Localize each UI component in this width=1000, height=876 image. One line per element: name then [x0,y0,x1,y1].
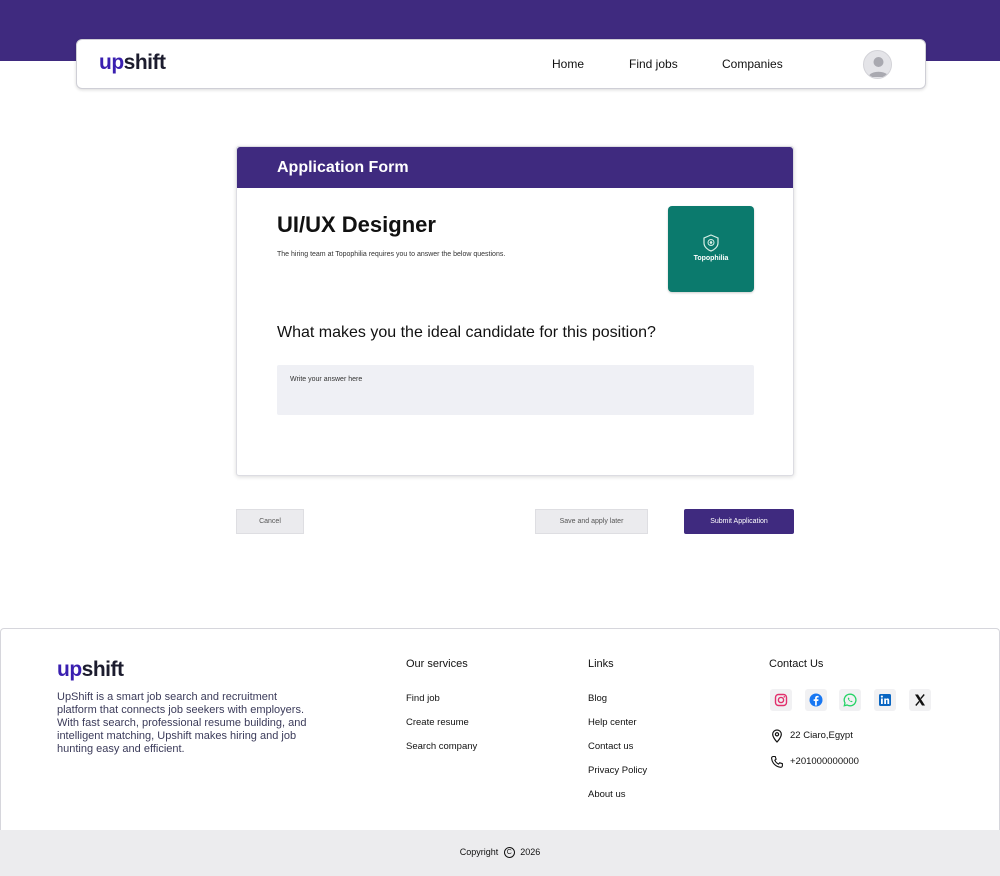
facebook-icon[interactable] [805,689,827,711]
job-subtitle: The hiring team at Topophilia requires y… [277,251,506,258]
services-link-search-company[interactable]: Search company [406,741,477,752]
footer-description: UpShift is a smart job search and recrui… [57,691,307,755]
upshift-logo[interactable]: upshift [99,51,166,75]
services-title: Our services [406,658,468,670]
phone-icon [771,755,783,768]
nav-link-companies[interactable]: Companies [722,57,783,71]
copyright-icon: C [503,847,515,859]
location-pin-icon [772,729,782,743]
instagram-icon[interactable] [770,689,792,711]
links-item-blog[interactable]: Blog [588,693,607,704]
contact-title: Contact Us [769,658,824,670]
form-header-title: Application Form [277,159,409,176]
links-title: Links [588,658,614,670]
company-logo: Topophilia [668,206,754,292]
copyright-bar: Copyright C 2026 [0,830,1000,876]
linkedin-icon[interactable] [874,689,896,711]
address-text: 22 Ciaro,Egypt [790,730,853,741]
question-text: What makes you the ideal candidate for t… [277,324,656,341]
submit-application-button[interactable]: Submit Application [684,509,794,534]
company-name: Topophilia [693,255,729,262]
whatsapp-icon[interactable] [839,689,861,711]
form-header: Application Form [237,147,793,188]
cancel-button[interactable]: Cancel [236,509,304,534]
footer-upshift-logo[interactable]: upshift [57,658,124,682]
application-form-card: Application Form UI/UX Designer The hiri… [236,146,794,476]
company-emblem-icon [703,234,719,252]
contact-address: 22 Ciaro,Egypt [770,729,890,745]
copyright-text: Copyright C 2026 [459,847,541,859]
phone-text: +201000000000 [790,756,859,767]
nav-link-home[interactable]: Home [552,57,584,71]
answer-input[interactable] [277,365,754,415]
links-item-help-center[interactable]: Help center [588,717,637,728]
contact-phone: +201000000000 [770,755,890,771]
nav-link-find-jobs[interactable]: Find jobs [629,57,678,71]
services-link-create-resume[interactable]: Create resume [406,717,469,728]
links-item-privacy-policy[interactable]: Privacy Policy [588,765,647,776]
x-icon[interactable] [909,689,931,711]
services-link-find-job[interactable]: Find job [406,693,440,704]
links-item-contact-us[interactable]: Contact us [588,741,633,752]
user-avatar-icon[interactable] [863,50,892,79]
links-item-about-us[interactable]: About us [588,789,626,800]
navbar: upshift Home Find jobs Companies [76,39,926,89]
job-title: UI/UX Designer [277,212,436,237]
save-apply-later-button[interactable]: Save and apply later [535,509,648,534]
